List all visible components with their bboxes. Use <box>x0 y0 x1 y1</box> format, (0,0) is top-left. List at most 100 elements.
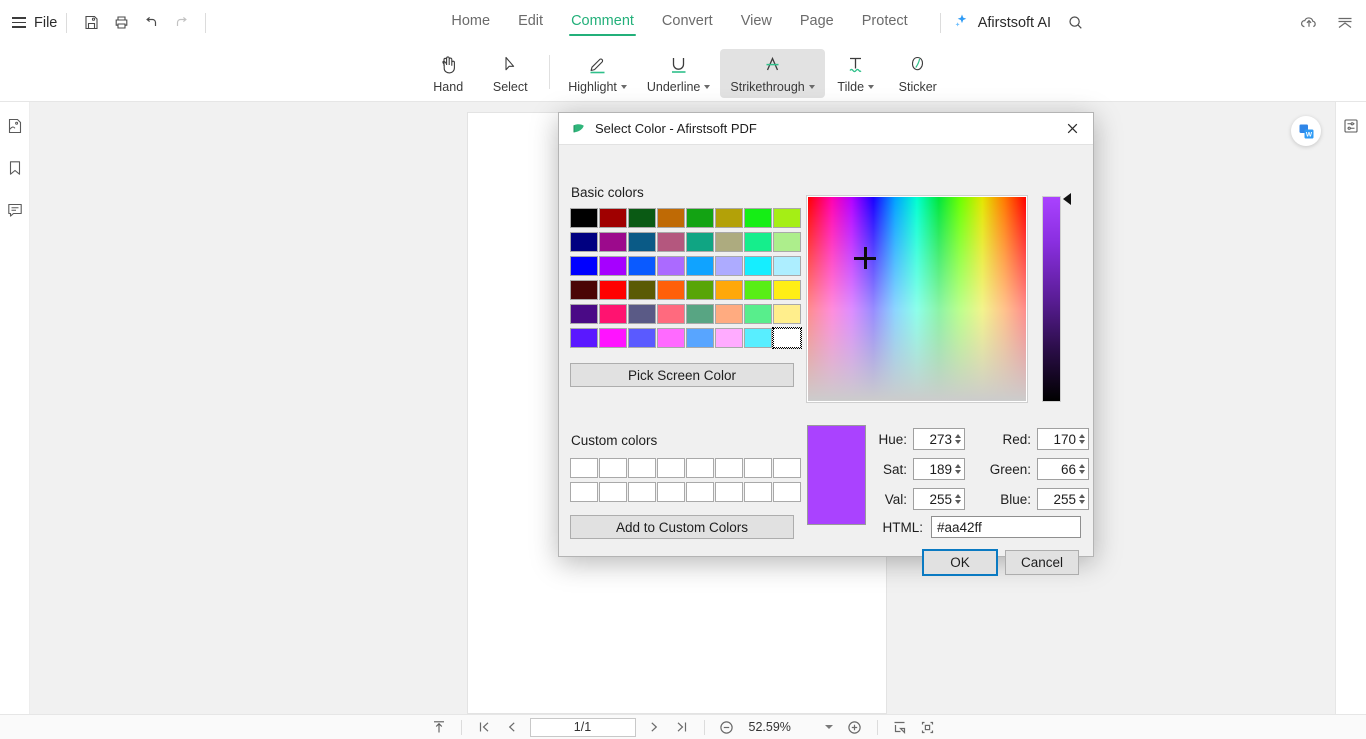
fit-width-icon[interactable] <box>886 717 914 738</box>
custom-color-swatch[interactable] <box>657 482 685 502</box>
custom-color-swatch[interactable] <box>628 482 656 502</box>
zoom-out-button[interactable] <box>713 717 741 738</box>
tab-convert[interactable]: Convert <box>648 9 727 37</box>
color-swatch[interactable] <box>570 304 598 324</box>
color-swatch[interactable] <box>570 232 598 252</box>
color-swatch[interactable] <box>628 304 656 324</box>
color-swatch[interactable] <box>599 256 627 276</box>
zoom-level-dropdown[interactable]: 52.59% <box>743 718 839 737</box>
color-swatch[interactable] <box>628 232 656 252</box>
chevron-down-icon[interactable] <box>808 84 815 89</box>
stepper-arrows-icon[interactable] <box>1079 494 1085 504</box>
color-swatch[interactable] <box>773 256 801 276</box>
zoom-in-button[interactable] <box>841 717 869 738</box>
custom-color-swatch[interactable] <box>773 458 801 478</box>
color-swatch[interactable] <box>570 280 598 300</box>
color-swatch[interactable] <box>599 304 627 324</box>
color-swatch[interactable] <box>773 232 801 252</box>
color-swatch[interactable] <box>715 232 743 252</box>
tool-highlight[interactable]: Highlight <box>558 49 637 98</box>
color-swatch[interactable] <box>686 232 714 252</box>
stepper-arrows-icon[interactable] <box>1079 434 1085 444</box>
save-icon[interactable] <box>76 8 106 38</box>
color-swatch[interactable] <box>744 280 772 300</box>
file-menu-button[interactable]: File <box>12 15 57 31</box>
color-swatch[interactable] <box>715 304 743 324</box>
ok-button[interactable]: OK <box>922 549 998 576</box>
fit-page-icon[interactable] <box>914 717 942 738</box>
color-swatch[interactable] <box>744 232 772 252</box>
color-swatch[interactable] <box>657 280 685 300</box>
stepper-arrows-icon[interactable] <box>955 494 961 504</box>
val-field[interactable]: 255 <box>913 488 965 510</box>
undo-icon[interactable] <box>136 8 166 38</box>
color-swatch[interactable] <box>773 208 801 228</box>
color-swatch[interactable] <box>628 256 656 276</box>
color-swatch[interactable] <box>773 280 801 300</box>
collapse-ribbon-icon[interactable] <box>1332 10 1358 36</box>
custom-color-swatch[interactable] <box>570 458 598 478</box>
color-swatch[interactable] <box>744 256 772 276</box>
tool-select[interactable]: Select <box>479 49 541 98</box>
color-swatch[interactable] <box>657 208 685 228</box>
color-swatch[interactable] <box>570 208 598 228</box>
custom-color-swatch[interactable] <box>686 482 714 502</box>
color-swatch[interactable] <box>599 328 627 348</box>
custom-color-swatch[interactable] <box>744 458 772 478</box>
stepper-arrows-icon[interactable] <box>955 464 961 474</box>
color-swatch[interactable] <box>686 256 714 276</box>
tab-home[interactable]: Home <box>437 9 504 37</box>
tool-sticker[interactable]: Sticker <box>887 49 949 98</box>
chevron-down-icon[interactable] <box>704 84 711 89</box>
color-swatch[interactable] <box>570 256 598 276</box>
chevron-down-icon[interactable] <box>868 84 875 89</box>
value-slider[interactable] <box>1042 196 1061 402</box>
color-swatch[interactable] <box>599 280 627 300</box>
stepper-arrows-icon[interactable] <box>955 434 961 444</box>
chevron-down-icon[interactable] <box>620 84 627 89</box>
tab-page[interactable]: Page <box>786 9 848 37</box>
color-swatch[interactable] <box>657 256 685 276</box>
color-swatch[interactable] <box>657 328 685 348</box>
tool-underline[interactable]: Underline <box>637 49 721 98</box>
color-swatch[interactable] <box>772 327 802 349</box>
color-swatch[interactable] <box>628 208 656 228</box>
custom-color-swatch[interactable] <box>570 482 598 502</box>
close-icon[interactable] <box>1059 117 1085 141</box>
afirstsoft-ai-button[interactable]: Afirstsoft AI <box>953 12 1051 34</box>
color-gradient-field[interactable] <box>806 195 1028 403</box>
comments-icon[interactable] <box>4 199 26 221</box>
tab-protect[interactable]: Protect <box>848 9 922 37</box>
color-swatch[interactable] <box>715 328 743 348</box>
color-swatch[interactable] <box>657 232 685 252</box>
previous-page-button[interactable] <box>498 717 526 738</box>
pdf-to-word-icon[interactable]: W <box>1291 116 1321 146</box>
redo-icon[interactable] <box>166 8 196 38</box>
color-swatch[interactable] <box>628 328 656 348</box>
custom-color-swatch[interactable] <box>599 482 627 502</box>
stepper-arrows-icon[interactable] <box>1079 464 1085 474</box>
color-swatch[interactable] <box>744 328 772 348</box>
color-swatch[interactable] <box>686 328 714 348</box>
color-swatch[interactable] <box>686 208 714 228</box>
custom-color-swatch[interactable] <box>628 458 656 478</box>
last-page-button[interactable] <box>668 717 696 738</box>
color-swatch[interactable] <box>715 280 743 300</box>
sat-field[interactable]: 189 <box>913 458 965 480</box>
search-icon[interactable] <box>1067 14 1084 31</box>
custom-color-swatch[interactable] <box>715 458 743 478</box>
color-swatch[interactable] <box>657 304 685 324</box>
first-page-button[interactable] <box>470 717 498 738</box>
add-to-custom-colors-button[interactable]: Add to Custom Colors <box>570 515 794 539</box>
custom-color-swatch[interactable] <box>686 458 714 478</box>
hue-field[interactable]: 273 <box>913 428 965 450</box>
custom-color-swatch[interactable] <box>599 458 627 478</box>
page-number-input[interactable]: 1/1 <box>529 717 636 737</box>
color-swatch[interactable] <box>715 208 743 228</box>
color-swatch[interactable] <box>599 232 627 252</box>
custom-color-swatch[interactable] <box>773 482 801 502</box>
tool-hand[interactable]: Hand <box>417 49 479 98</box>
pick-screen-color-button[interactable]: Pick Screen Color <box>570 363 794 387</box>
blue-field[interactable]: 255 <box>1037 488 1089 510</box>
tab-view[interactable]: View <box>727 9 786 37</box>
